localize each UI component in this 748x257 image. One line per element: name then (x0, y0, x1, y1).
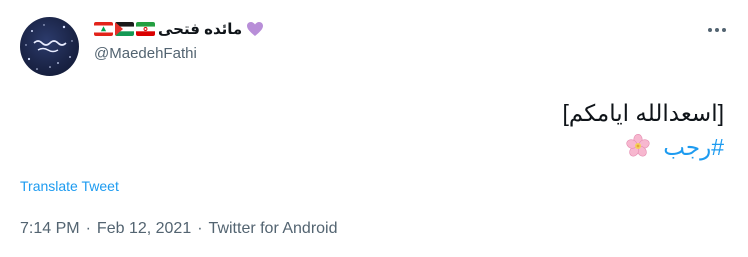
author-display-name: مائده فتحی (158, 21, 243, 38)
translate-tweet-link[interactable]: Translate Tweet (20, 178, 119, 194)
cherry-blossom-icon (625, 133, 651, 159)
separator: · (85, 220, 91, 237)
tweet-text: [اسعدالله ایامکم] #رجب (164, 96, 724, 164)
separator: · (197, 220, 203, 237)
author-handle[interactable]: @MaedehFathi (94, 45, 197, 62)
tweet-date[interactable]: Feb 12, 2021 (97, 220, 191, 237)
iran-flag-icon (136, 22, 155, 36)
palestine-flag-icon (115, 22, 134, 36)
tweet-metadata: 7:14 PM · Feb 12, 2021 · Twitter for Android (20, 220, 338, 238)
tweet-card: مائده فتحی @MaedehFathi [اسعدالله ایامکم… (0, 0, 748, 257)
purple-heart-icon (246, 21, 264, 37)
hashtag-link[interactable]: #رجب (663, 134, 724, 160)
tweet-line-1: [اسعدالله ایامکم] (562, 100, 724, 126)
lebanon-flag-icon (94, 22, 113, 36)
tweet-line-2: #رجب (164, 130, 724, 164)
author-name-row[interactable]: مائده فتحی (94, 17, 264, 41)
more-options-icon[interactable] (702, 15, 732, 45)
tweet-source[interactable]: Twitter for Android (209, 220, 338, 237)
tweet-time[interactable]: 7:14 PM (20, 220, 80, 237)
avatar[interactable] (20, 17, 79, 76)
